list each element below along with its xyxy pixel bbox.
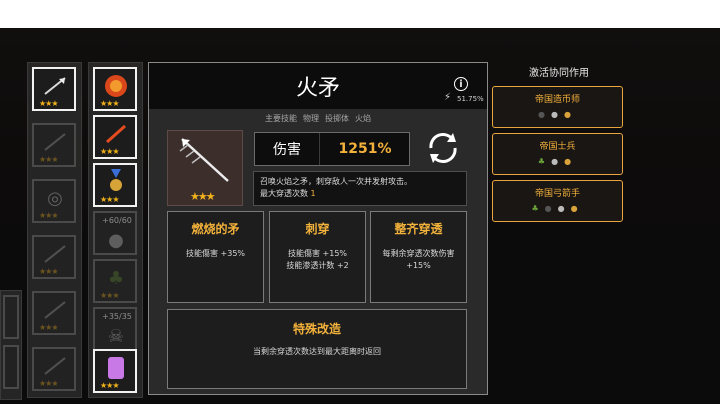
- spear-icon: [40, 73, 70, 99]
- star-rating: ★★★: [100, 381, 119, 390]
- far-left-slot-column: [0, 290, 22, 400]
- star-rating: ★★★: [39, 155, 58, 164]
- weapon-slot[interactable]: ★★★: [32, 291, 76, 335]
- item-slot[interactable]: ♣ ★★★: [93, 259, 137, 303]
- partial-slot[interactable]: [3, 345, 19, 389]
- spear-icon: [40, 241, 70, 267]
- coin-icon: ●: [108, 229, 124, 251]
- upgrade-title: 刺穿: [305, 222, 330, 236]
- fire-orb-icon: [101, 73, 131, 99]
- weapon-slot[interactable]: ★★★: [32, 235, 76, 279]
- synergy-imperial-archer[interactable]: 帝国弓箭手 ♣●●●: [492, 180, 623, 222]
- slot-scroll[interactable]: ★★★: [93, 349, 137, 393]
- description-line: 召唤火焰之矛，刺穿敌人一次并发射攻击。: [260, 177, 412, 186]
- fire-spear-icon: [179, 138, 229, 182]
- synergy-name: 帝国弓箭手: [534, 189, 580, 199]
- synergy-name: 帝国士兵: [539, 142, 576, 152]
- tag: 主要技能: [265, 114, 297, 123]
- orb-icon: ●: [557, 204, 571, 213]
- flame-spear-icon: [101, 121, 131, 147]
- star-rating: ★★★: [100, 99, 119, 108]
- damage-value: 1251%: [338, 141, 392, 157]
- slot-count: +60/60: [102, 216, 132, 225]
- top-bar: [0, 0, 720, 28]
- special-text: 当剩余穿透次数达到最大距离时返回: [253, 347, 381, 356]
- spear-icon: [40, 353, 70, 379]
- star-rating: ★★★: [39, 99, 58, 108]
- coin-icon: ●: [563, 110, 577, 119]
- medal-icon: [101, 169, 131, 195]
- synergy-title: 激活协同作用: [529, 68, 589, 79]
- slot-flame-spear[interactable]: ★★★: [93, 115, 137, 159]
- special-title: 特殊改造: [292, 322, 341, 336]
- goblin-icon: ♣: [531, 204, 545, 213]
- synergy-imperial-minter[interactable]: 帝国造币师 ●●●: [492, 86, 623, 128]
- slot-count: +35/35: [102, 312, 132, 321]
- star-rating: ★★★: [100, 291, 119, 300]
- dot-icon: ●: [538, 110, 551, 119]
- star-rating: ★★★: [39, 323, 58, 332]
- weapon-slot[interactable]: ★★★: [32, 123, 76, 167]
- weapon-icon-box: ★★★: [167, 130, 243, 206]
- upgrade-card-pierce[interactable]: 刺穿 技能傷害 +15% 技能渗透计数 +2: [269, 211, 366, 303]
- goblin-icon: ♣: [107, 267, 125, 289]
- item-slot-column: ★★★ ★★★ ★★★ +60/60 ● ♣ ★★★ +35/35 ☠ ★★★: [88, 62, 143, 398]
- goblin-icon: ♣: [537, 157, 552, 166]
- partial-slot[interactable]: [3, 295, 19, 339]
- pierce-label: 最大穿透次数: [260, 189, 308, 198]
- star-rating: ★★★: [39, 211, 58, 220]
- synergy-icons: ♣●●●: [493, 204, 622, 213]
- tag: 火焰: [355, 114, 371, 123]
- slot-fire-spear[interactable]: ★★★: [32, 67, 76, 111]
- upgrade-line: 技能渗透计数 +2: [286, 261, 349, 270]
- upgrade-title: 燃烧的矛: [191, 222, 240, 236]
- upgrade-line: +15%: [406, 261, 431, 270]
- weapon-slot[interactable]: ◎ ★★★: [32, 179, 76, 223]
- star-rating: ★★★: [39, 379, 58, 388]
- upgrade-line: 每剩余穿透次数伤害: [382, 249, 455, 258]
- dot-icon: ●: [544, 204, 558, 213]
- swap-cycle-icon[interactable]: [423, 130, 463, 166]
- item-slot[interactable]: +60/60 ●: [93, 211, 137, 255]
- star-rating: ★★★: [100, 195, 119, 204]
- star-rating: ★★★: [190, 190, 216, 203]
- orb-icon: ●: [551, 157, 565, 166]
- orb-icon: ●: [551, 110, 564, 119]
- crit-percent: 51.75%: [457, 95, 484, 103]
- special-modification: 特殊改造 当剩余穿透次数达到最大距离时返回: [167, 309, 467, 389]
- scroll-icon: [101, 355, 131, 381]
- coin-icon: ●: [570, 204, 584, 213]
- damage-label: 伤害: [255, 133, 320, 165]
- tag: 物理: [303, 114, 319, 123]
- weapon-slot-column: ★★★ ★★★ ◎ ★★★ ★★★ ★★★ ★★★: [27, 62, 82, 398]
- damage-box: 伤害 1251%: [254, 132, 410, 166]
- weapon-description: 召唤火焰之矛，刺穿敌人一次并发射攻击。 最大穿透次数 1: [253, 171, 467, 206]
- weapon-slot[interactable]: ★★★: [32, 347, 76, 391]
- slot-fire-orb[interactable]: ★★★: [93, 67, 137, 111]
- synergy-imperial-soldier[interactable]: 帝国士兵 ♣●●: [492, 133, 623, 175]
- tag: 投掷体: [325, 114, 349, 123]
- weapon-tags: 主要技能 物理 投掷体 火焰: [149, 113, 487, 124]
- spear-icon: [40, 297, 70, 323]
- upgrade-title: 整齐穿透: [394, 222, 443, 236]
- upgrade-line: 技能傷害 +15%: [287, 249, 348, 258]
- item-slot[interactable]: +35/35 ☠: [93, 307, 137, 351]
- spear-icon: [40, 129, 70, 155]
- upgrade-line: 技能傷害 +35%: [185, 249, 246, 258]
- synergy-icons: ●●●: [493, 110, 622, 119]
- star-rating: ★★★: [100, 147, 119, 156]
- synergy-icons: ♣●●: [493, 157, 622, 166]
- weapon-title: 火矛: [149, 63, 487, 109]
- pierce-value: 1: [310, 189, 316, 198]
- star-rating: ★★★: [39, 267, 58, 276]
- upgrade-card-neat-pierce[interactable]: 整齐穿透 每剩余穿透次数伤害 +15%: [370, 211, 467, 303]
- upgrade-card-burning-spear[interactable]: 燃烧的矛 技能傷害 +35%: [167, 211, 264, 303]
- synergy-name: 帝国造币师: [534, 95, 580, 105]
- slot-medal[interactable]: ★★★: [93, 163, 137, 207]
- info-icon[interactable]: i: [454, 77, 468, 91]
- lightning-icon: ⚡: [444, 92, 452, 103]
- vortex-icon: ◎: [47, 187, 63, 209]
- coin-icon: ●: [564, 157, 578, 166]
- skull-icon: ☠: [107, 325, 125, 347]
